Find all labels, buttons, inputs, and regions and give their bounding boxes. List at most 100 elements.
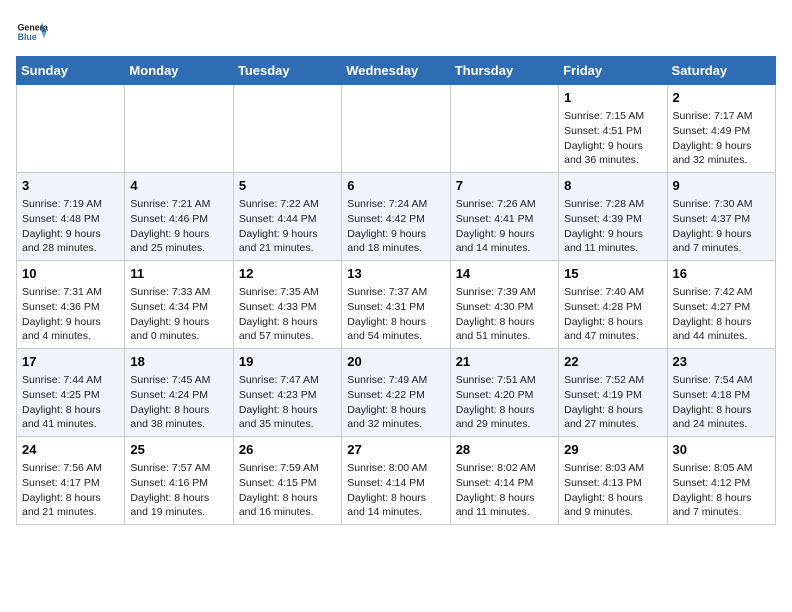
day-info: Sunrise: 7:39 AMSunset: 4:30 PMDaylight:… <box>456 285 553 344</box>
weekday-header-wednesday: Wednesday <box>342 57 450 85</box>
calendar-cell: 14 Sunrise: 7:39 AMSunset: 4:30 PMDayligh… <box>450 261 558 349</box>
day-number: 22 <box>564 353 661 371</box>
calendar-cell: 23 Sunrise: 7:54 AMSunset: 4:18 PMDayligh… <box>667 349 775 437</box>
day-number: 24 <box>22 441 119 459</box>
calendar-cell: 22 Sunrise: 7:52 AMSunset: 4:19 PMDayligh… <box>559 349 667 437</box>
calendar-cell: 24 Sunrise: 7:56 AMSunset: 4:17 PMDayligh… <box>17 437 125 525</box>
day-number: 21 <box>456 353 553 371</box>
calendar-cell: 2 Sunrise: 7:17 AMSunset: 4:49 PMDaylight… <box>667 85 775 173</box>
day-info: Sunrise: 7:40 AMSunset: 4:28 PMDaylight:… <box>564 285 661 344</box>
calendar-cell: 25 Sunrise: 7:57 AMSunset: 4:16 PMDayligh… <box>125 437 233 525</box>
day-info: Sunrise: 7:59 AMSunset: 4:15 PMDaylight:… <box>239 461 336 520</box>
day-number: 4 <box>130 177 227 195</box>
calendar-cell: 3Sunrise: 7:19 AMSunset: 4:48 PMDaylight… <box>17 173 125 261</box>
calendar-cell <box>125 85 233 173</box>
logo: General Blue <box>16 16 48 48</box>
calendar-cell: 26 Sunrise: 7:59 AMSunset: 4:15 PMDayligh… <box>233 437 341 525</box>
calendar-cell: 29 Sunrise: 8:03 AMSunset: 4:13 PMDayligh… <box>559 437 667 525</box>
day-number: 25 <box>130 441 227 459</box>
day-info: Sunrise: 8:03 AMSunset: 4:13 PMDaylight:… <box>564 461 661 520</box>
svg-text:Blue: Blue <box>18 32 37 42</box>
weekday-header-monday: Monday <box>125 57 233 85</box>
day-info: Sunrise: 7:57 AMSunset: 4:16 PMDaylight:… <box>130 461 227 520</box>
day-info: Sunrise: 7:17 AMSunset: 4:49 PMDaylight:… <box>673 109 770 168</box>
day-info: Sunrise: 7:21 AMSunset: 4:46 PMDaylight:… <box>130 197 227 256</box>
calendar-cell <box>450 85 558 173</box>
day-number: 27 <box>347 441 444 459</box>
day-info: Sunrise: 7:24 AMSunset: 4:42 PMDaylight:… <box>347 197 444 256</box>
day-number: 18 <box>130 353 227 371</box>
calendar-week-4: 17 Sunrise: 7:44 AMSunset: 4:25 PMDayligh… <box>17 349 776 437</box>
day-info: Sunrise: 7:49 AMSunset: 4:22 PMDaylight:… <box>347 373 444 432</box>
calendar-cell <box>342 85 450 173</box>
day-info: Sunrise: 8:02 AMSunset: 4:14 PMDaylight:… <box>456 461 553 520</box>
day-info: Sunrise: 7:26 AMSunset: 4:41 PMDaylight:… <box>456 197 553 256</box>
calendar-cell: 10Sunrise: 7:31 AMSunset: 4:36 PMDayligh… <box>17 261 125 349</box>
calendar-table: SundayMondayTuesdayWednesdayThursdayFrid… <box>16 56 776 525</box>
weekday-header-tuesday: Tuesday <box>233 57 341 85</box>
calendar-week-5: 24 Sunrise: 7:56 AMSunset: 4:17 PMDayligh… <box>17 437 776 525</box>
calendar-cell: 15 Sunrise: 7:40 AMSunset: 4:28 PMDayligh… <box>559 261 667 349</box>
calendar-cell: 1 Sunrise: 7:15 AMSunset: 4:51 PMDaylight… <box>559 85 667 173</box>
calendar-cell: 5Sunrise: 7:22 AMSunset: 4:44 PMDaylight… <box>233 173 341 261</box>
day-info: Sunrise: 7:51 AMSunset: 4:20 PMDaylight:… <box>456 373 553 432</box>
day-number: 30 <box>673 441 770 459</box>
calendar-cell <box>17 85 125 173</box>
calendar-cell: 17 Sunrise: 7:44 AMSunset: 4:25 PMDayligh… <box>17 349 125 437</box>
day-number: 9 <box>673 177 770 195</box>
day-number: 3 <box>22 177 119 195</box>
calendar-cell: 19 Sunrise: 7:47 AMSunset: 4:23 PMDayligh… <box>233 349 341 437</box>
calendar-header: SundayMondayTuesdayWednesdayThursdayFrid… <box>17 57 776 85</box>
day-info: Sunrise: 7:42 AMSunset: 4:27 PMDaylight:… <box>673 285 770 344</box>
day-info: Sunrise: 8:05 AMSunset: 4:12 PMDaylight:… <box>673 461 770 520</box>
calendar-cell: 8 Sunrise: 7:28 AMSunset: 4:39 PMDaylight… <box>559 173 667 261</box>
day-number: 29 <box>564 441 661 459</box>
calendar-cell: 21 Sunrise: 7:51 AMSunset: 4:20 PMDayligh… <box>450 349 558 437</box>
page-header: General Blue <box>16 16 776 48</box>
weekday-header-sunday: Sunday <box>17 57 125 85</box>
day-number: 26 <box>239 441 336 459</box>
calendar-week-2: 3Sunrise: 7:19 AMSunset: 4:48 PMDaylight… <box>17 173 776 261</box>
day-number: 2 <box>673 89 770 107</box>
calendar-cell: 18 Sunrise: 7:45 AMSunset: 4:24 PMDayligh… <box>125 349 233 437</box>
calendar-cell: 20 Sunrise: 7:49 AMSunset: 4:22 PMDayligh… <box>342 349 450 437</box>
day-info: Sunrise: 7:37 AMSunset: 4:31 PMDaylight:… <box>347 285 444 344</box>
day-info: Sunrise: 7:45 AMSunset: 4:24 PMDaylight:… <box>130 373 227 432</box>
day-info: Sunrise: 7:47 AMSunset: 4:23 PMDaylight:… <box>239 373 336 432</box>
day-info: Sunrise: 7:54 AMSunset: 4:18 PMDaylight:… <box>673 373 770 432</box>
day-info: Sunrise: 7:35 AMSunset: 4:33 PMDaylight:… <box>239 285 336 344</box>
day-number: 16 <box>673 265 770 283</box>
day-info: Sunrise: 7:15 AMSunset: 4:51 PMDaylight:… <box>564 109 661 168</box>
day-number: 23 <box>673 353 770 371</box>
calendar-week-1: 1 Sunrise: 7:15 AMSunset: 4:51 PMDaylight… <box>17 85 776 173</box>
weekday-header-friday: Friday <box>559 57 667 85</box>
weekday-header-saturday: Saturday <box>667 57 775 85</box>
day-number: 5 <box>239 177 336 195</box>
calendar-cell: 7 Sunrise: 7:26 AMSunset: 4:41 PMDaylight… <box>450 173 558 261</box>
day-info: Sunrise: 7:52 AMSunset: 4:19 PMDaylight:… <box>564 373 661 432</box>
day-number: 12 <box>239 265 336 283</box>
calendar-cell: 4 Sunrise: 7:21 AMSunset: 4:46 PMDaylight… <box>125 173 233 261</box>
day-number: 1 <box>564 89 661 107</box>
day-number: 11 <box>130 265 227 283</box>
day-number: 19 <box>239 353 336 371</box>
calendar-cell: 27 Sunrise: 8:00 AMSunset: 4:14 PMDayligh… <box>342 437 450 525</box>
day-number: 7 <box>456 177 553 195</box>
calendar-cell: 12 Sunrise: 7:35 AMSunset: 4:33 PMDayligh… <box>233 261 341 349</box>
day-number: 14 <box>456 265 553 283</box>
day-number: 15 <box>564 265 661 283</box>
day-number: 10 <box>22 265 119 283</box>
calendar-cell: 9Sunrise: 7:30 AMSunset: 4:37 PMDaylight… <box>667 173 775 261</box>
day-info: Sunrise: 8:00 AMSunset: 4:14 PMDaylight:… <box>347 461 444 520</box>
day-info: Sunrise: 7:28 AMSunset: 4:39 PMDaylight:… <box>564 197 661 256</box>
day-info: Sunrise: 7:56 AMSunset: 4:17 PMDaylight:… <box>22 461 119 520</box>
calendar-cell: 30 Sunrise: 8:05 AMSunset: 4:12 PMDayligh… <box>667 437 775 525</box>
calendar-week-3: 10Sunrise: 7:31 AMSunset: 4:36 PMDayligh… <box>17 261 776 349</box>
day-number: 6 <box>347 177 444 195</box>
calendar-cell: 13Sunrise: 7:37 AMSunset: 4:31 PMDayligh… <box>342 261 450 349</box>
calendar-cell: 6 Sunrise: 7:24 AMSunset: 4:42 PMDaylight… <box>342 173 450 261</box>
day-number: 8 <box>564 177 661 195</box>
day-number: 20 <box>347 353 444 371</box>
day-info: Sunrise: 7:44 AMSunset: 4:25 PMDaylight:… <box>22 373 119 432</box>
day-number: 17 <box>22 353 119 371</box>
